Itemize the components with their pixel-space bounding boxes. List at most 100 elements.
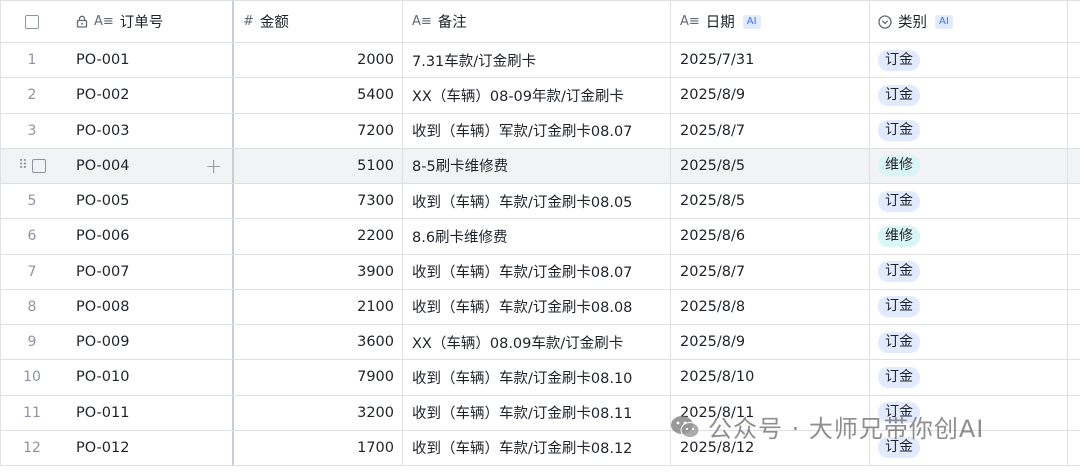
cell-order[interactable]: PO-012 [63, 430, 234, 465]
cell-date[interactable]: 2025/8/5 [671, 148, 870, 183]
cell-date[interactable]: 2025/8/5 [671, 184, 870, 219]
cell-note[interactable]: XX（车辆）08-09年款/订金刷卡 [403, 78, 671, 113]
table-body: 1 PO-001 2000 7.31车款/订金刷卡 2025/7/31 订金 2 PO-002… [0, 43, 1080, 466]
row-checkbox[interactable] [31, 158, 46, 173]
cell-date[interactable]: 2025/8/7 [671, 254, 870, 289]
expand-row-icon[interactable]: + [205, 154, 222, 178]
cell-amount[interactable]: 2200 [234, 219, 403, 254]
cell-amount[interactable]: 7300 [234, 184, 403, 219]
row-filler [1068, 325, 1080, 359]
cell-amount[interactable]: 3600 [234, 325, 403, 360]
cell-amount[interactable]: 3200 [234, 395, 403, 430]
row-index: 10 [0, 360, 63, 395]
drag-handle-icon[interactable]: ⠿ [18, 158, 27, 173]
table-row[interactable]: ⠿ PO-004 +5100 8-5刷卡维修费 2025/8/5 维修 [0, 148, 1080, 184]
cell-note[interactable]: 收到（车辆）车款/订金刷卡08.11 [403, 395, 671, 430]
cell-amount[interactable]: 7200 [234, 113, 403, 148]
cell-category[interactable]: 维修 [870, 219, 1068, 254]
cell-category[interactable]: 订金 [870, 43, 1068, 78]
cell-amount[interactable]: 3900 [234, 254, 403, 289]
table-row[interactable]: 7 PO-007 3900 收到（车辆）车款/订金刷卡08.07 2025/8/7 订金 [0, 254, 1080, 290]
watermark-text: 公众号 · 大师兄带你创AI [708, 415, 985, 443]
cell-amount[interactable]: 5400 [234, 78, 403, 113]
cell-category[interactable]: 维修 [870, 148, 1068, 183]
order-value: PO-002 [76, 87, 130, 104]
cell-category[interactable]: 订金 [870, 289, 1068, 324]
cell-note[interactable]: 收到（车辆）车款/订金刷卡08.08 [403, 289, 671, 324]
ai-badge[interactable]: AI [742, 14, 761, 29]
column-header-date[interactable]: A≡ 日期 AI [671, 1, 870, 42]
cell-order[interactable]: PO-005 [63, 184, 234, 219]
cell-note[interactable]: 7.31车款/订金刷卡 [403, 43, 671, 78]
table-row[interactable]: 5 PO-005 7300 收到（车辆）车款/订金刷卡08.05 2025/8/5 订金 [0, 184, 1080, 220]
table-row[interactable]: 9 PO-009 3600 XX（车辆）08.09车款/订金刷卡 2025/8/9 订金 [0, 325, 1080, 361]
cell-order[interactable]: PO-004 + [63, 148, 234, 183]
cell-amount[interactable]: 1700 [234, 430, 403, 465]
cell-date[interactable]: 2025/7/31 [671, 43, 870, 78]
category-tag: 订金 [878, 120, 920, 142]
cell-order[interactable]: PO-010 [63, 360, 234, 395]
ai-badge[interactable]: AI [935, 14, 953, 29]
order-value: PO-010 [76, 369, 130, 386]
watermark: 公众号 · 大师兄带你创AI [670, 409, 984, 444]
row-filler [1068, 290, 1080, 324]
cell-order[interactable]: PO-006 [63, 219, 234, 254]
cell-date[interactable]: 2025/8/9 [671, 325, 870, 360]
cell-date[interactable]: 2025/8/7 [671, 113, 870, 148]
select-all-cell[interactable] [0, 1, 63, 42]
cell-category[interactable]: 订金 [870, 184, 1068, 219]
cell-date[interactable]: 2025/8/9 [671, 78, 870, 113]
row-select-cell[interactable]: ⠿ [0, 148, 63, 183]
column-header-category[interactable]: 类别 AI [870, 1, 1068, 42]
cell-amount[interactable]: 7900 [234, 360, 403, 395]
column-label-order: 订单号 [119, 15, 164, 31]
cell-amount[interactable]: 5100 [234, 148, 403, 183]
cell-category[interactable]: 订金 [870, 360, 1068, 395]
cell-note[interactable]: 收到（车辆）车款/订金刷卡08.07 [403, 254, 671, 289]
column-header-order[interactable]: A≡ 订单号 [63, 1, 234, 42]
cell-order[interactable]: PO-008 [63, 289, 234, 324]
cell-date[interactable]: 2025/8/8 [671, 289, 870, 324]
cell-order[interactable]: PO-011 [63, 395, 234, 430]
cell-note[interactable]: 收到（车辆）车款/订金刷卡08.12 [403, 430, 671, 465]
table-row[interactable]: 1 PO-001 2000 7.31车款/订金刷卡 2025/7/31 订金 [0, 43, 1080, 79]
table-row[interactable]: 3 PO-003 7200 收到（车辆）军款/订金刷卡08.07 2025/8/7 订金 [0, 113, 1080, 149]
cell-date[interactable]: 2025/8/6 [671, 219, 870, 254]
order-value: PO-007 [76, 263, 130, 280]
cell-category[interactable]: 订金 [870, 254, 1068, 289]
order-value: PO-006 [76, 228, 130, 245]
cell-amount[interactable]: 2100 [234, 289, 403, 324]
cell-order[interactable]: PO-007 [63, 254, 234, 289]
cell-note[interactable]: XX（车辆）08.09车款/订金刷卡 [403, 325, 671, 360]
column-label-category: 类别 [898, 15, 927, 31]
row-filler [1068, 431, 1080, 465]
cell-note[interactable]: 8-5刷卡维修费 [403, 148, 671, 183]
cell-category[interactable]: 订金 [870, 113, 1068, 148]
category-tag: 订金 [878, 366, 920, 388]
cell-note[interactable]: 收到（车辆）军款/订金刷卡08.07 [403, 113, 671, 148]
category-tag: 订金 [878, 261, 920, 283]
table-row[interactable]: 2 PO-002 5400 XX（车辆）08-09年款/订金刷卡 2025/8/9 订金 [0, 78, 1080, 114]
cell-note[interactable]: 收到（车辆）车款/订金刷卡08.10 [403, 360, 671, 395]
row-filler [1068, 219, 1080, 253]
column-header-amount[interactable]: # 金额 [234, 1, 403, 42]
cell-category[interactable]: 订金 [870, 325, 1068, 360]
table-row[interactable]: 6 PO-006 2200 8.6刷卡维修费 2025/8/6 维修 [0, 219, 1080, 255]
cell-note[interactable]: 8.6刷卡维修费 [403, 219, 671, 254]
order-value: PO-001 [76, 52, 130, 69]
cell-order[interactable]: PO-002 [63, 78, 234, 113]
cell-order[interactable]: PO-003 [63, 113, 234, 148]
cell-date[interactable]: 2025/8/10 [671, 360, 870, 395]
table-row[interactable]: 8 PO-008 2100 收到（车辆）车款/订金刷卡08.08 2025/8/8 订金 [0, 289, 1080, 325]
column-header-note[interactable]: A≡ 备注 [403, 1, 671, 42]
cell-order[interactable]: PO-009 [63, 325, 234, 360]
cell-category[interactable]: 订金 [870, 78, 1068, 113]
table-row[interactable]: 10 PO-010 7900 收到（车辆）车款/订金刷卡08.10 2025/8/10 订… [0, 360, 1080, 396]
cell-note[interactable]: 收到（车辆）车款/订金刷卡08.05 [403, 184, 671, 219]
row-index: 9 [0, 325, 63, 360]
cell-amount[interactable]: 2000 [234, 43, 403, 78]
order-value: PO-005 [76, 193, 130, 210]
select-all-checkbox[interactable] [25, 14, 39, 29]
category-tag: 订金 [878, 331, 920, 353]
cell-order[interactable]: PO-001 [63, 43, 234, 78]
